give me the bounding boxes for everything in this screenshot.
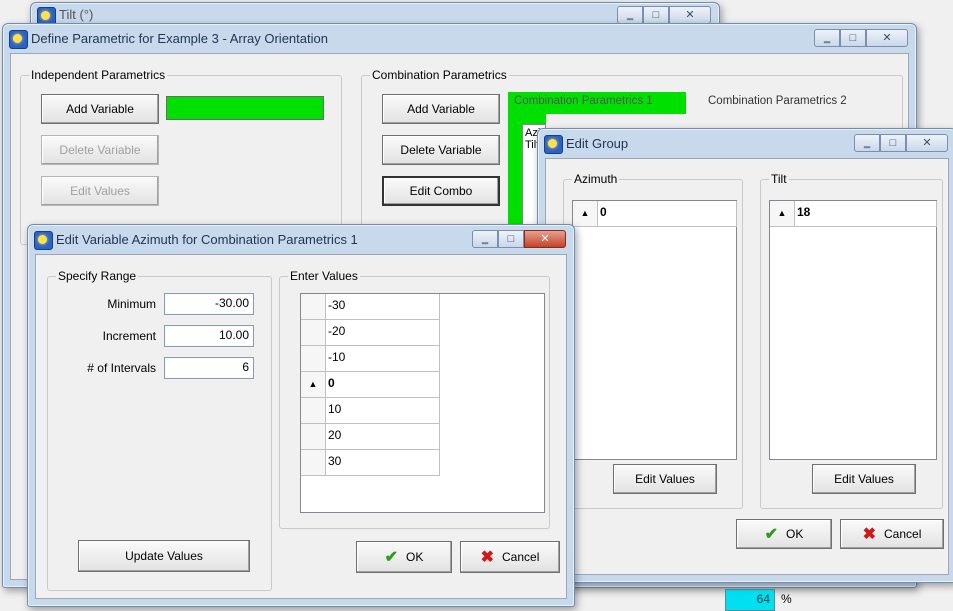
combo-delete-variable-button[interactable]: Delete Variable — [382, 135, 500, 165]
azimuth-grid[interactable]: ▲ 0 — [572, 200, 737, 460]
maximize-icon[interactable]: □ — [840, 29, 866, 47]
edit-group-ok-button[interactable]: ✔ OK — [736, 519, 832, 549]
azimuth-label: Azimuth — [572, 172, 620, 186]
edit-group-client: Azimuth ▲ 0 Edit Values Tilt ▲ 18 Edit V… — [545, 158, 949, 575]
specify-range-label: Specify Range — [56, 269, 139, 283]
close-icon[interactable]: ✕ — [906, 134, 948, 152]
combination-parametrics-label: Combination Parametrics — [370, 68, 509, 82]
row-pointer-icon: ▲ — [573, 201, 598, 227]
intervals-field[interactable]: 6 — [164, 357, 254, 379]
close-icon[interactable]: ✕ — [669, 6, 711, 24]
app-icon — [544, 135, 563, 154]
edit-variable-ok-button[interactable]: ✔ OK — [356, 541, 452, 573]
tilt-label: Tilt — [769, 172, 789, 186]
maximize-icon[interactable]: □ — [880, 134, 906, 152]
enter-values-group: Enter Values -30 -20 -10 ▲ 0 10 20 30 — [279, 269, 550, 529]
cancel-x-icon: ✖ — [480, 549, 495, 566]
percent-unit-label: % — [781, 592, 792, 606]
minimize-icon[interactable]: ‗ — [472, 230, 498, 248]
value-cell[interactable]: -30 — [326, 294, 440, 320]
edit-group-window: Edit Group ‗ □ ✕ Azimuth ▲ 0 Edit Values… — [537, 128, 953, 583]
intervals-label: # of Intervals — [87, 361, 156, 375]
tab-combination-parametrics-1[interactable]: Combination Parametrics 1 — [508, 92, 686, 114]
minimum-field[interactable]: -30.00 — [164, 293, 254, 315]
value-cell[interactable]: 10 — [326, 398, 440, 424]
specify-range-group: Specify Range Minimum -30.00 Increment 1… — [47, 269, 272, 591]
edit-variable-cancel-button[interactable]: ✖ Cancel — [460, 541, 560, 573]
check-icon: ✔ — [764, 526, 779, 543]
cancel-x-icon: ✖ — [862, 526, 877, 543]
value-cell[interactable]: 30 — [326, 450, 440, 476]
value-cell[interactable]: -10 — [326, 346, 440, 372]
update-values-button[interactable]: Update Values — [78, 540, 250, 572]
tilt-group: Tilt ▲ 18 Edit Values — [760, 172, 943, 509]
tilt-edit-values-button[interactable]: Edit Values — [812, 464, 916, 494]
minimize-icon[interactable]: ‗ — [617, 6, 643, 24]
minimum-label: Minimum — [107, 297, 156, 311]
edit-variable-client: Specify Range Minimum -30.00 Increment 1… — [35, 254, 567, 599]
minimize-icon[interactable]: ‗ — [854, 134, 880, 152]
enter-values-label: Enter Values — [288, 269, 360, 283]
value-cell[interactable]: 0 — [326, 372, 440, 398]
app-icon — [9, 30, 28, 49]
maximize-icon[interactable]: □ — [498, 230, 524, 248]
close-icon[interactable]: ✕ — [524, 230, 566, 248]
app-icon — [34, 231, 53, 250]
row-pointer-icon: ▲ — [301, 372, 326, 398]
tilt-window-title: Tilt (°) — [59, 7, 94, 22]
combo-add-variable-button[interactable]: Add Variable — [382, 94, 500, 124]
tilt-grid[interactable]: ▲ 18 — [769, 200, 937, 460]
increment-field[interactable]: 10.00 — [164, 325, 254, 347]
azimuth-group: Azimuth ▲ 0 Edit Values — [563, 172, 743, 509]
edit-variable-title: Edit Variable Azimuth for Combination Pa… — [56, 232, 358, 247]
tilt-value-cell[interactable]: 18 — [795, 201, 937, 227]
edit-group-cancel-button[interactable]: ✖ Cancel — [840, 519, 944, 549]
delete-variable-button[interactable]: Delete Variable — [41, 135, 159, 165]
values-grid[interactable]: -30 -20 -10 ▲ 0 10 20 30 — [300, 293, 545, 513]
percent-field[interactable]: 64 — [725, 589, 775, 611]
check-icon: ✔ — [384, 549, 399, 566]
add-variable-button[interactable]: Add Variable — [41, 94, 159, 124]
value-cell[interactable]: -20 — [326, 320, 440, 346]
edit-variable-window: Edit Variable Azimuth for Combination Pa… — [27, 224, 575, 607]
edit-values-button[interactable]: Edit Values — [41, 176, 159, 206]
tab-combination-parametrics-2[interactable]: Combination Parametrics 2 — [702, 92, 862, 114]
edit-combo-button[interactable]: Edit Combo — [382, 176, 500, 206]
independent-parametrics-label: Independent Parametrics — [29, 68, 168, 82]
row-pointer-icon: ▲ — [770, 201, 795, 227]
value-cell[interactable]: 20 — [326, 424, 440, 450]
maximize-icon[interactable]: □ — [643, 6, 669, 24]
independent-variable-field[interactable] — [166, 96, 324, 120]
close-icon[interactable]: ✕ — [866, 29, 908, 47]
independent-parametrics-group: Independent Parametrics Add Variable Del… — [20, 68, 342, 245]
increment-label: Increment — [102, 329, 156, 343]
main-window-title: Define Parametric for Example 3 - Array … — [31, 31, 328, 46]
azimuth-edit-values-button[interactable]: Edit Values — [613, 464, 717, 494]
azimuth-value-cell[interactable]: 0 — [598, 201, 737, 227]
minimize-icon[interactable]: ‗ — [814, 29, 840, 47]
edit-group-title: Edit Group — [566, 136, 629, 151]
